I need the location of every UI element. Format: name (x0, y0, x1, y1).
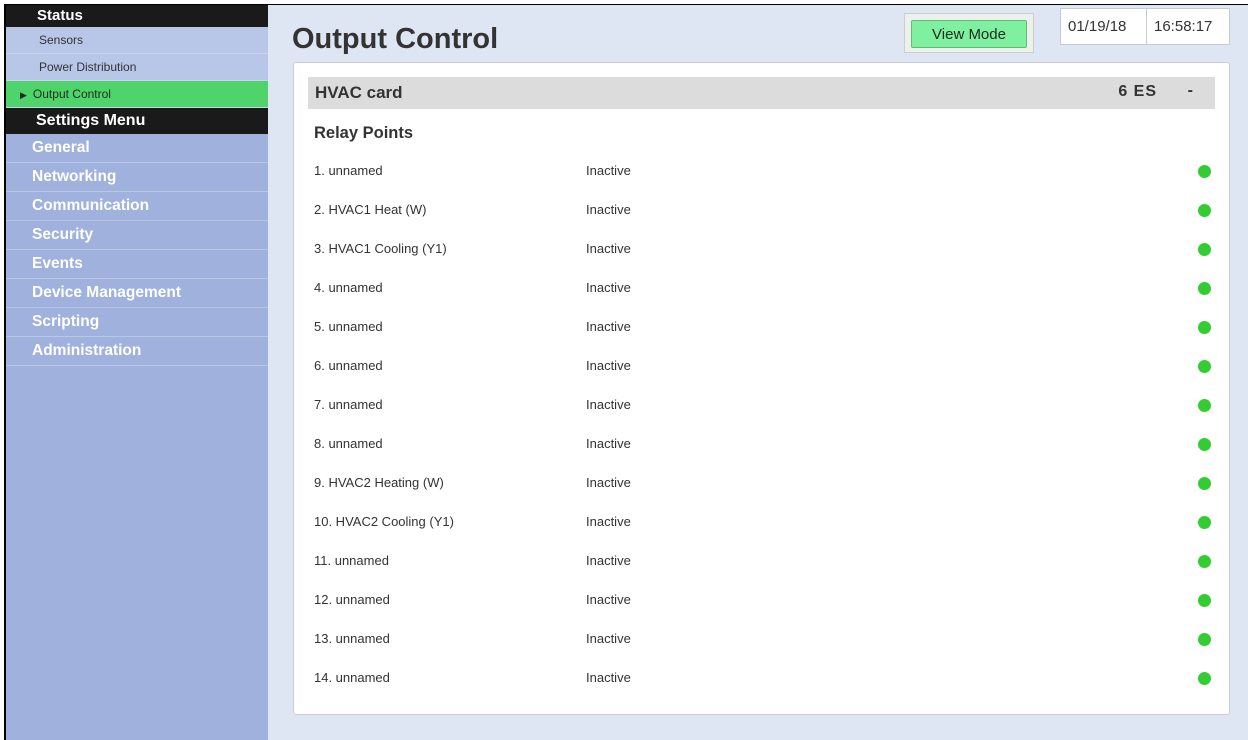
view-mode-button[interactable]: View Mode (911, 20, 1027, 48)
status-dot-icon (1198, 321, 1211, 334)
card-header: HVAC card 6 ES - (308, 77, 1215, 109)
relay-state: Inactive (586, 280, 631, 295)
sidebar-item-security[interactable]: Security (6, 221, 268, 250)
sidebar-item-networking[interactable]: Networking (6, 163, 268, 192)
relay-row: 3. HVAC1 Cooling (Y1) Inactive (294, 239, 1229, 259)
hvac-card-panel: HVAC card 6 ES - Relay Points 1. unnamed… (293, 62, 1230, 715)
relay-state: Inactive (586, 241, 631, 256)
status-dot-icon (1198, 165, 1211, 178)
relay-row: 1. unnamed Inactive (294, 161, 1229, 181)
relay-state: Inactive (586, 475, 631, 490)
status-dot-icon (1198, 282, 1211, 295)
relay-state: Inactive (586, 163, 631, 178)
relay-name: 4. unnamed (314, 280, 383, 295)
relay-row: 14. unnamed Inactive (294, 668, 1229, 688)
status-dot-icon (1198, 672, 1211, 685)
relay-name: 2. HVAC1 Heat (W) (314, 202, 427, 217)
relay-row: 5. unnamed Inactive (294, 317, 1229, 337)
relay-name: 7. unnamed (314, 397, 383, 412)
relay-row: 6. unnamed Inactive (294, 356, 1229, 376)
datetime-display: 01/19/18 16:58:17 (1060, 8, 1230, 45)
relay-row: 4. unnamed Inactive (294, 278, 1229, 298)
page-title: Output Control (292, 23, 499, 55)
relay-state: Inactive (586, 319, 631, 334)
card-title: HVAC card (315, 83, 403, 102)
relay-name: 11. unnamed (314, 553, 389, 568)
relay-name: 3. HVAC1 Cooling (Y1) (314, 241, 447, 256)
relay-row: 11. unnamed Inactive (294, 551, 1229, 571)
relay-row: 12. unnamed Inactive (294, 590, 1229, 610)
sidebar-item-general[interactable]: General (6, 134, 268, 163)
sidebar-item-administration[interactable]: Administration (6, 337, 268, 366)
sidebar-item-output-control[interactable]: ▶ Output Control (6, 81, 268, 108)
relay-state: Inactive (586, 553, 631, 568)
status-dot-icon (1198, 204, 1211, 217)
sidebar-item-scripting[interactable]: Scripting (6, 308, 268, 337)
relay-row: 2. HVAC1 Heat (W) Inactive (294, 200, 1229, 220)
status-dot-icon (1198, 438, 1211, 451)
relay-state: Inactive (586, 631, 631, 646)
sidebar-item-sensors[interactable]: Sensors (6, 27, 268, 54)
settings-menu-heading[interactable]: Settings Menu (6, 108, 268, 134)
relay-name: 10. HVAC2 Cooling (Y1) (314, 514, 454, 529)
relay-state: Inactive (586, 358, 631, 373)
relay-name: 6. unnamed (314, 358, 383, 373)
relay-name: 9. HVAC2 Heating (W) (314, 475, 444, 490)
time-display: 16:58:17 (1154, 18, 1213, 35)
relay-row: 13. unnamed Inactive (294, 629, 1229, 649)
sidebar-item-label: Output Control (32, 87, 111, 101)
relay-state: Inactive (586, 670, 631, 685)
relay-row: 7. unnamed Inactive (294, 395, 1229, 415)
relay-state: Inactive (586, 202, 631, 217)
relay-name: 12. unnamed (314, 592, 390, 607)
card-code: 6 ES (1118, 83, 1157, 100)
relay-points-heading: Relay Points (314, 124, 414, 142)
status-dot-icon (1198, 399, 1211, 412)
status-dot-icon (1198, 477, 1211, 490)
relay-row: 10. HVAC2 Cooling (Y1) Inactive (294, 512, 1229, 532)
relay-state: Inactive (586, 397, 631, 412)
relay-name: 1. unnamed (314, 163, 383, 178)
status-dot-icon (1198, 360, 1211, 373)
sidebar-item-events[interactable]: Events (6, 250, 268, 279)
status-dot-icon (1198, 555, 1211, 568)
status-dot-icon (1198, 633, 1211, 646)
status-heading[interactable]: Status (6, 5, 268, 27)
relay-name: 14. unnamed (314, 670, 390, 685)
app-frame: Status Sensors Power Distribution ▶ Outpu… (4, 4, 1248, 740)
sidebar: Status Sensors Power Distribution ▶ Outpu… (6, 5, 268, 740)
status-dot-icon (1198, 516, 1211, 529)
view-mode-container: View Mode (904, 13, 1034, 53)
relay-name: 8. unnamed (314, 436, 383, 451)
relay-row: 9. HVAC2 Heating (W) Inactive (294, 473, 1229, 493)
sidebar-item-power-distribution[interactable]: Power Distribution (6, 54, 268, 81)
date-display: 01/19/18 (1068, 18, 1127, 35)
sidebar-item-device-management[interactable]: Device Management (6, 279, 268, 308)
status-dot-icon (1198, 243, 1211, 256)
collapse-button[interactable]: - (1188, 82, 1193, 100)
relay-state: Inactive (586, 436, 631, 451)
relay-name: 13. unnamed (314, 631, 390, 646)
relay-state: Inactive (586, 592, 631, 607)
sidebar-item-communication[interactable]: Communication (6, 192, 268, 221)
triangle-right-icon: ▶ (20, 90, 27, 100)
relay-row: 8. unnamed Inactive (294, 434, 1229, 454)
status-dot-icon (1198, 594, 1211, 607)
relay-name: 5. unnamed (314, 319, 383, 334)
relay-state: Inactive (586, 514, 631, 529)
